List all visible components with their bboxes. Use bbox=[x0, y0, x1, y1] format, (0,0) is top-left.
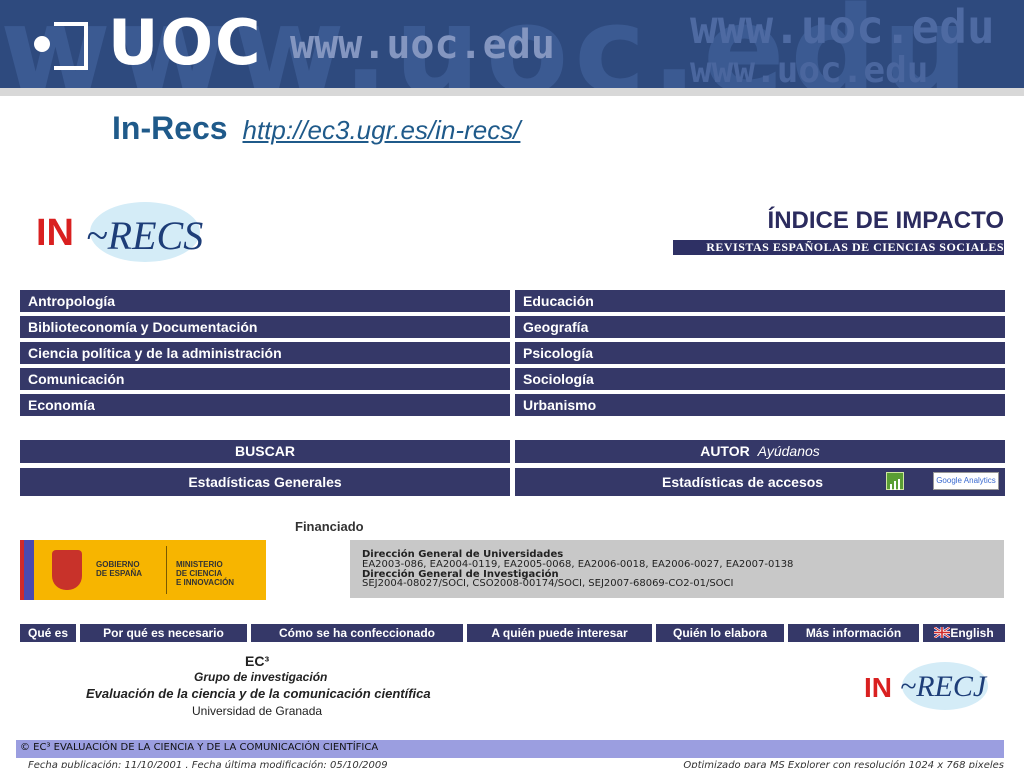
grupo-label: Grupo de investigación bbox=[194, 670, 328, 684]
nav-mas-info[interactable]: Más información bbox=[788, 624, 919, 642]
ministerio-text: MINISTERIO DE CIENCIA E INNOVACIÓN bbox=[176, 560, 235, 587]
nav-a-quien[interactable]: A quién puede interesar bbox=[467, 624, 652, 642]
category-economia[interactable]: Economía bbox=[20, 394, 510, 416]
logo-in-text: IN bbox=[36, 212, 74, 254]
ayudanos-link[interactable]: Ayúdanos bbox=[758, 443, 820, 459]
coat-of-arms-icon bbox=[52, 550, 82, 590]
english-label: English bbox=[950, 626, 994, 640]
autor-label: AUTOR bbox=[700, 443, 750, 459]
revistas-subheading: REVISTAS ESPAÑOLAS DE CIENCIAS SOCIALES bbox=[673, 240, 1004, 255]
autor-button[interactable]: AUTOR Ayúdanos bbox=[515, 440, 1005, 463]
banner-background-url-1: www.uoc.edu bbox=[690, 0, 995, 54]
inrecs-logo[interactable]: IN ~RECS bbox=[30, 200, 230, 264]
funding-details: Dirección General de Universidades EA200… bbox=[350, 540, 1004, 598]
uoc-logo-icon bbox=[34, 22, 92, 70]
revistas-label: REVISTAS ESPAÑOLAS DE CIENCIAS SOCIALES bbox=[706, 240, 1004, 254]
uoc-brand: UOC bbox=[108, 6, 263, 79]
logo2-recj-text: ~RECJ bbox=[900, 670, 987, 703]
logo-recs-text: ~RECS bbox=[86, 213, 204, 258]
dg-investigacion-codes: SEJ2004-08027/SOCI, CSO2008-00174/SOCI, … bbox=[362, 578, 734, 589]
uoc-url: www.uoc.edu bbox=[290, 22, 555, 68]
indice-heading: ÍNDICE DE IMPACTO bbox=[767, 207, 1004, 234]
slide-title: In-Recs http://ec3.ugr.es/in-recs/ bbox=[112, 110, 520, 147]
title-name: In-Recs bbox=[112, 110, 228, 146]
estadisticas-generales-button[interactable]: Estadísticas Generales bbox=[20, 468, 510, 496]
gobierno-logo: GOBIERNO DE ESPAÑA MINISTERIO DE CIENCIA… bbox=[20, 540, 266, 600]
stats-chart-icon[interactable] bbox=[886, 472, 904, 490]
category-biblioteconomia[interactable]: Biblioteconomía y Documentación bbox=[20, 316, 510, 338]
nav-quien[interactable]: Quién lo elabora bbox=[656, 624, 784, 642]
evaluacion-label: Evaluación de la ciencia y de la comunic… bbox=[86, 686, 431, 701]
footer-publicacion: Fecha publicación: 11/10/2001 . Fecha úl… bbox=[28, 760, 388, 768]
inrecj-logo[interactable]: IN ~RECJ bbox=[862, 660, 1002, 712]
footer-copyright: © EC³ EVALUACIÓN DE LA CIENCIA Y DE LA C… bbox=[20, 742, 379, 753]
nav-que-es[interactable]: Qué es bbox=[20, 624, 76, 642]
title-link[interactable]: http://ec3.ugr.es/in-recs/ bbox=[242, 115, 520, 145]
universidad-label: Universidad de Granada bbox=[192, 704, 323, 718]
nav-por-que[interactable]: Por qué es necesario bbox=[80, 624, 247, 642]
nav-como[interactable]: Cómo se ha confeccionado bbox=[251, 624, 463, 642]
ec3-label: EC³ bbox=[245, 653, 270, 669]
category-antropologia[interactable]: Antropología bbox=[20, 290, 510, 312]
category-educacion[interactable]: Educación bbox=[515, 290, 1005, 312]
category-sociologia[interactable]: Sociología bbox=[515, 368, 1005, 390]
banner-rule bbox=[0, 88, 1024, 96]
category-geografia[interactable]: Geografía bbox=[515, 316, 1005, 338]
google-analytics-badge[interactable]: Google Analytics bbox=[933, 472, 999, 490]
category-urbanismo[interactable]: Urbanismo bbox=[515, 394, 1005, 416]
logo2-in-text: IN bbox=[864, 672, 892, 703]
uk-flag-icon bbox=[933, 625, 952, 643]
uoc-banner: www.uoc.edu www.uoc.edu www.uoc.edu UOC … bbox=[0, 0, 1024, 88]
financiado-label: Financiado bbox=[295, 519, 364, 534]
estadisticas-accesos-link[interactable]: Estadísticas de accesos bbox=[662, 468, 823, 496]
footer-optimizado: Optimizado para MS Explorer con resoluci… bbox=[683, 760, 1004, 768]
footer-dates: Fecha publicación: 11/10/2001 . Fecha úl… bbox=[16, 760, 1004, 768]
buscar-button[interactable]: BUSCAR bbox=[20, 440, 510, 463]
category-comunicacion[interactable]: Comunicación bbox=[20, 368, 510, 390]
nav-english[interactable]: English bbox=[923, 624, 1005, 642]
category-ciencia-politica[interactable]: Ciencia política y de la administración bbox=[20, 342, 510, 364]
category-psicologia[interactable]: Psicología bbox=[515, 342, 1005, 364]
footer-bar: © EC³ EVALUACIÓN DE LA CIENCIA Y DE LA C… bbox=[16, 740, 1004, 758]
banner-background-url-2: www.uoc.edu bbox=[690, 50, 929, 88]
estadisticas-accesos-row: Estadísticas de accesos Google Analytics bbox=[515, 468, 1005, 496]
gobierno-text: GOBIERNO DE ESPAÑA bbox=[96, 560, 143, 578]
